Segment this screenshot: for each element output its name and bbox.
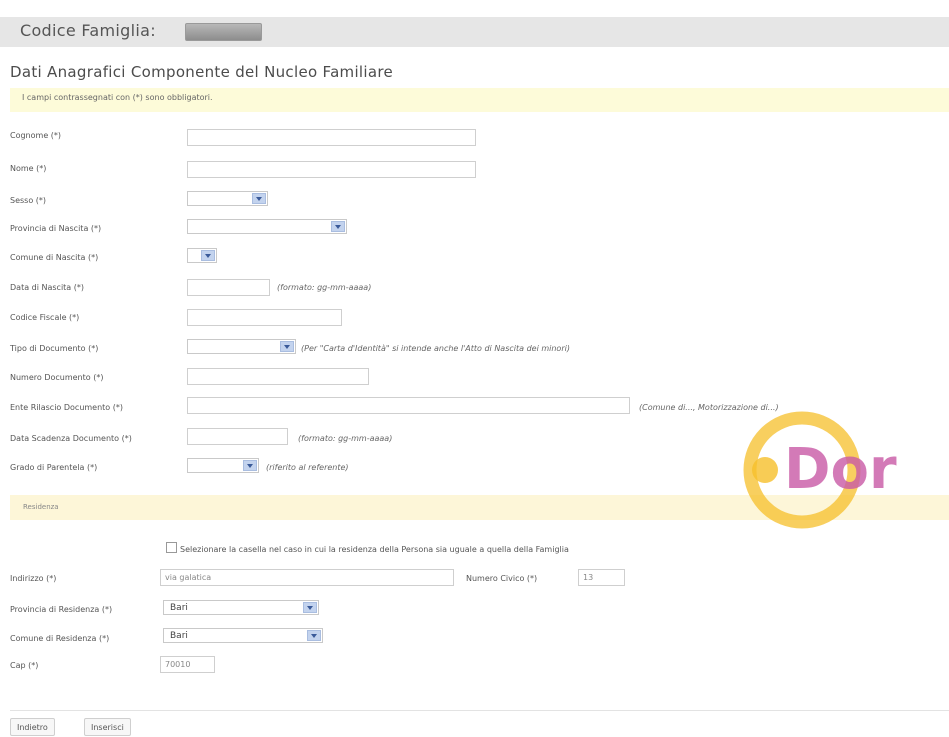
chevron-down-icon — [201, 250, 215, 261]
cognome-label: Cognome (*) — [10, 131, 62, 140]
data-nascita-hint: (formato: gg-mm-aaaa) — [277, 283, 372, 292]
required-notice: I campi contrassegnati con (*) sono obbl… — [10, 88, 949, 112]
insert-button[interactable]: Inserisci — [84, 718, 131, 736]
family-code-value — [185, 23, 262, 41]
sesso-select[interactable] — [187, 191, 268, 206]
comune-nascita-label: Comune di Nascita (*) — [10, 253, 99, 262]
data-scadenza-label: Data Scadenza Documento (*) — [10, 434, 132, 443]
footer-divider — [10, 710, 949, 711]
ente-rilascio-input[interactable] — [187, 397, 630, 414]
ente-rilascio-label: Ente Rilascio Documento (*) — [10, 403, 123, 412]
section-title: Dati Anagrafici Componente del Nucleo Fa… — [10, 63, 394, 81]
provincia-nascita-label: Provincia di Nascita (*) — [10, 224, 102, 233]
nome-label: Nome (*) — [10, 164, 47, 173]
comune-residenza-select-value: Bari — [170, 631, 188, 641]
residenza-section-label: Residenza — [23, 503, 59, 511]
numero-documento-label: Numero Documento (*) — [10, 373, 104, 382]
chevron-down-icon — [280, 341, 294, 352]
data-nascita-label: Data di Nascita (*) — [10, 283, 84, 292]
provincia-nascita-select[interactable] — [187, 219, 347, 234]
sesso-label: Sesso (*) — [10, 196, 47, 205]
chevron-down-icon — [331, 221, 345, 232]
data-scadenza-hint: (formato: gg-mm-aaaa) — [298, 434, 393, 443]
codice-fiscale-input[interactable] — [187, 309, 342, 326]
grado-parentela-hint: (riferito al referente) — [266, 463, 349, 472]
required-notice-text: I campi contrassegnati con (*) sono obbl… — [22, 93, 213, 102]
page-title: Codice Famiglia: — [20, 21, 156, 40]
chevron-down-icon — [303, 602, 317, 613]
cap-input[interactable] — [160, 656, 215, 673]
provincia-residenza-label: Provincia di Residenza (*) — [10, 605, 113, 614]
data-scadenza-input[interactable] — [187, 428, 288, 445]
watermark-logo: Dor — [740, 405, 949, 535]
nome-input[interactable] — [187, 161, 476, 178]
comune-nascita-select[interactable] — [187, 248, 217, 263]
chevron-down-icon — [252, 193, 266, 204]
tipo-documento-hint: (Per "Carta d'Identità" si intende anche… — [301, 344, 570, 353]
indirizzo-label: Indirizzo (*) — [10, 574, 57, 583]
chevron-down-icon — [243, 460, 257, 471]
same-residence-label: Selezionare la casella nel caso in cui l… — [180, 545, 569, 554]
codice-fiscale-label: Codice Fiscale (*) — [10, 313, 80, 322]
chevron-down-icon — [307, 630, 321, 641]
indirizzo-input[interactable] — [160, 569, 454, 586]
tipo-documento-label: Tipo di Documento (*) — [10, 344, 99, 353]
grado-parentela-label: Grado di Parentela (*) — [10, 463, 98, 472]
cap-label: Cap (*) — [10, 661, 39, 670]
numero-civico-label: Numero Civico (*) — [466, 574, 538, 583]
cognome-input[interactable] — [187, 129, 476, 146]
header-bar: Codice Famiglia: — [0, 17, 949, 47]
watermark-logo-icon: Dor — [743, 411, 897, 529]
watermark-text: Dor — [784, 437, 897, 502]
comune-residenza-label: Comune di Residenza (*) — [10, 634, 110, 643]
comune-residenza-select[interactable]: Bari — [163, 628, 323, 643]
back-button[interactable]: Indietro — [10, 718, 55, 736]
provincia-residenza-select-value: Bari — [170, 603, 188, 613]
data-nascita-input[interactable] — [187, 279, 270, 296]
grado-parentela-select[interactable] — [187, 458, 259, 473]
provincia-residenza-select[interactable]: Bari — [163, 600, 319, 615]
watermark-dot — [752, 457, 778, 483]
numero-civico-input[interactable] — [578, 569, 625, 586]
numero-documento-input[interactable] — [187, 368, 369, 385]
tipo-documento-select[interactable] — [187, 339, 296, 354]
same-residence-checkbox[interactable] — [166, 542, 177, 553]
